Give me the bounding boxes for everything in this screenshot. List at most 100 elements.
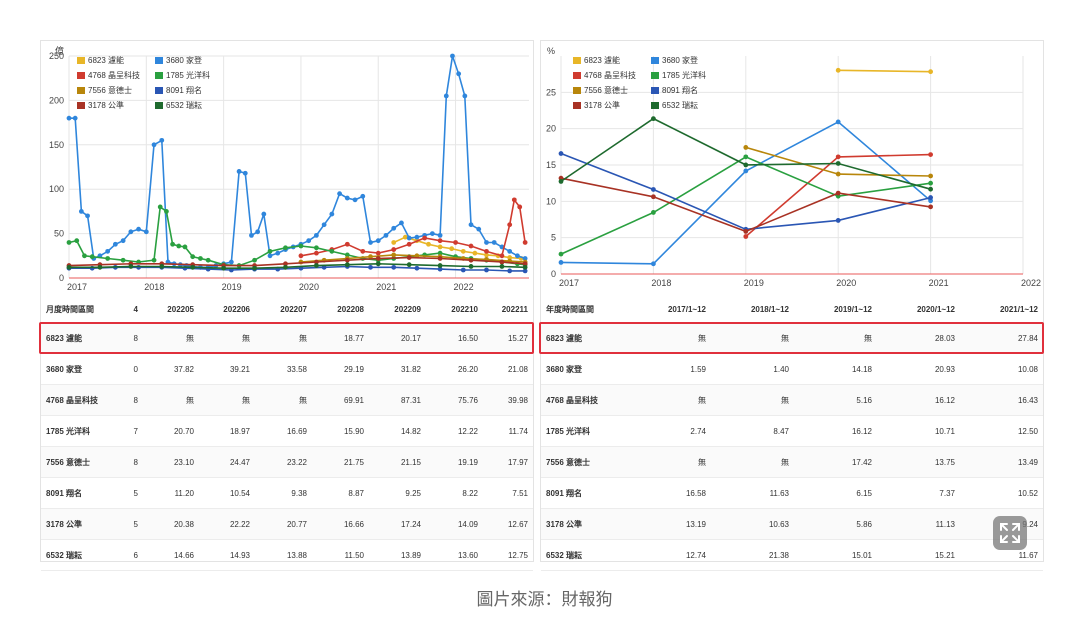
monthly-cell-5-3: 10.54 [199,477,255,509]
monthly-xtick-2020: 2020 [299,282,319,292]
monthly-point-1-29 [267,253,273,259]
annual-point-3-1 [651,210,656,215]
annual-cell-4-3: 17.42 [794,446,877,478]
annual-cell-2-3: 5.16 [794,384,877,416]
monthly-point-1-58 [484,240,489,245]
monthly-point-6-12 [437,256,443,261]
annual-cell-5-4: 7.37 [877,477,960,509]
monthly-point-5-3 [136,264,141,270]
monthly-cell-3-8: 11.74 [483,415,533,447]
monthly-cell-2-4: 無 [255,384,312,416]
annual-cell-3-1: 2.74 [628,415,711,447]
annual-point-7-0 [558,179,564,184]
monthly-point-7-0 [66,264,72,270]
monthly-point-7-5 [221,265,227,271]
monthly-point-7-13 [468,264,474,269]
annual-point-4-0 [743,145,749,150]
monthly-point-1-41 [360,193,366,199]
monthly-cell-1-3: 39.21 [199,353,255,385]
monthly-table-row: 1785 光洋科 7 20.70 18.97 16.69 15.90 14.82 12.22 1… [41,415,533,447]
monthly-cell-0-3: 無 [199,322,255,354]
monthly-point-3-4 [105,256,111,261]
monthly-point-1-10 [136,226,141,232]
monthly-cell-0-1: 8 [123,322,143,354]
monthly-point-5-17 [460,267,466,273]
monthly-point-1-12 [151,142,157,148]
annual-series-line-0 [838,69,931,73]
monthly-point-7-9 [344,262,350,268]
annual-legend-swatch-3 [651,72,659,79]
monthly-legend-label-1: 3680 家登 [166,55,202,65]
monthly-point-1-57 [476,226,482,232]
annual-point-4-2 [928,173,933,179]
annual-legend-swatch-4 [573,87,581,94]
monthly-cell-0-0: 6823 濾能 [41,322,123,354]
monthly-header-cell-5: 202208 [312,296,369,323]
monthly-cell-6-4: 20.77 [255,508,312,540]
annual-cell-7-4: 15.21 [877,539,960,571]
monthly-point-7-14 [499,264,505,269]
monthly-point-1-25 [242,170,248,176]
annual-header-cell-0: 年度時間區間 [541,296,628,323]
monthly-cell-3-5: 15.90 [312,415,369,447]
monthly-point-1-53 [450,53,455,59]
annual-cell-6-3: 5.86 [794,508,877,540]
monthly-cell-5-6: 9.25 [369,477,426,509]
monthly-cell-1-7: 26.20 [426,353,483,385]
monthly-legend-swatch-5 [155,87,163,94]
monthly-xtick-2017: 2017 [67,282,87,292]
monthly-cell-3-4: 16.69 [255,415,312,447]
monthly-point-3-5 [120,257,126,263]
monthly-table-row: 4768 晶呈科技 8 無無無 69.91 87.31 75.76 39.98 [41,384,533,416]
monthly-table-row: 6823 濾能 8 無無無 18.77 20.17 16.50 15.27 [41,322,533,354]
annual-point-5-4 [928,195,933,200]
monthly-ytick-100: 100 [49,184,64,194]
annual-ytick-10: 10 [546,196,556,206]
monthly-point-0-6 [460,248,466,254]
expand-button[interactable] [993,516,1027,550]
monthly-cell-5-8: 7.51 [483,477,533,509]
annual-table: 年度時間區間 2017/1~12 2018/1~12 2019/1~12 2020/1~… [541,296,1043,571]
annual-ytick-5: 5 [551,233,556,243]
annual-cell-5-1: 16.58 [628,477,711,509]
monthly-point-1-39 [344,195,350,201]
annual-xtick-2022: 2022 [1021,278,1041,288]
annual-xtick-2020: 2020 [836,278,856,288]
annual-xtick-2017: 2017 [559,278,579,288]
annual-point-1-2 [743,168,749,174]
annual-cell-7-0: 6532 瑞耘 [541,539,628,571]
monthly-cell-3-2: 20.70 [143,415,199,447]
annual-legend-swatch-5 [651,87,659,94]
annual-cell-6-1: 13.19 [628,508,711,540]
monthly-cell-1-4: 33.58 [255,353,312,385]
monthly-point-1-26 [249,232,254,238]
annual-cell-0-0: 6823 濾能 [541,322,628,354]
annual-xtick-2021: 2021 [929,278,949,288]
monthly-point-1-56 [468,222,474,228]
monthly-cell-6-5: 16.66 [312,508,369,540]
monthly-series-line-1 [69,55,526,269]
monthly-point-1-61 [507,248,513,254]
monthly-cell-5-2: 11.20 [143,477,199,509]
monthly-cell-2-6: 87.31 [369,384,426,416]
annual-cell-0-2: 無 [711,322,794,354]
monthly-cell-7-5: 11.50 [312,539,369,571]
monthly-point-3-21 [298,243,304,249]
annual-cell-3-5: 12.50 [960,415,1043,447]
monthly-table-row: 3680 家登 0 37.82 39.21 33.58 29.19 31.82 26.20 21… [41,353,533,385]
monthly-point-2-8 [422,235,428,241]
monthly-xtick-2021: 2021 [376,282,396,292]
monthly-point-1-50 [429,231,435,237]
monthly-point-3-13 [190,254,196,260]
monthly-point-7-8 [313,263,319,268]
monthly-point-5-15 [414,265,420,271]
monthly-ytick-50: 50 [54,229,64,239]
annual-table-row: 3680 家登 1.59 1.40 14.18 20.93 10.08 [541,353,1043,385]
monthly-cell-2-0: 4768 晶呈科技 [41,384,123,416]
monthly-header-cell-8: 202211 [483,296,533,323]
monthly-point-0-5 [449,246,455,252]
monthly-point-0-4 [437,244,443,250]
monthly-point-1-44 [383,232,389,238]
monthly-point-2-10 [453,240,458,245]
monthly-point-3-22 [313,245,319,251]
